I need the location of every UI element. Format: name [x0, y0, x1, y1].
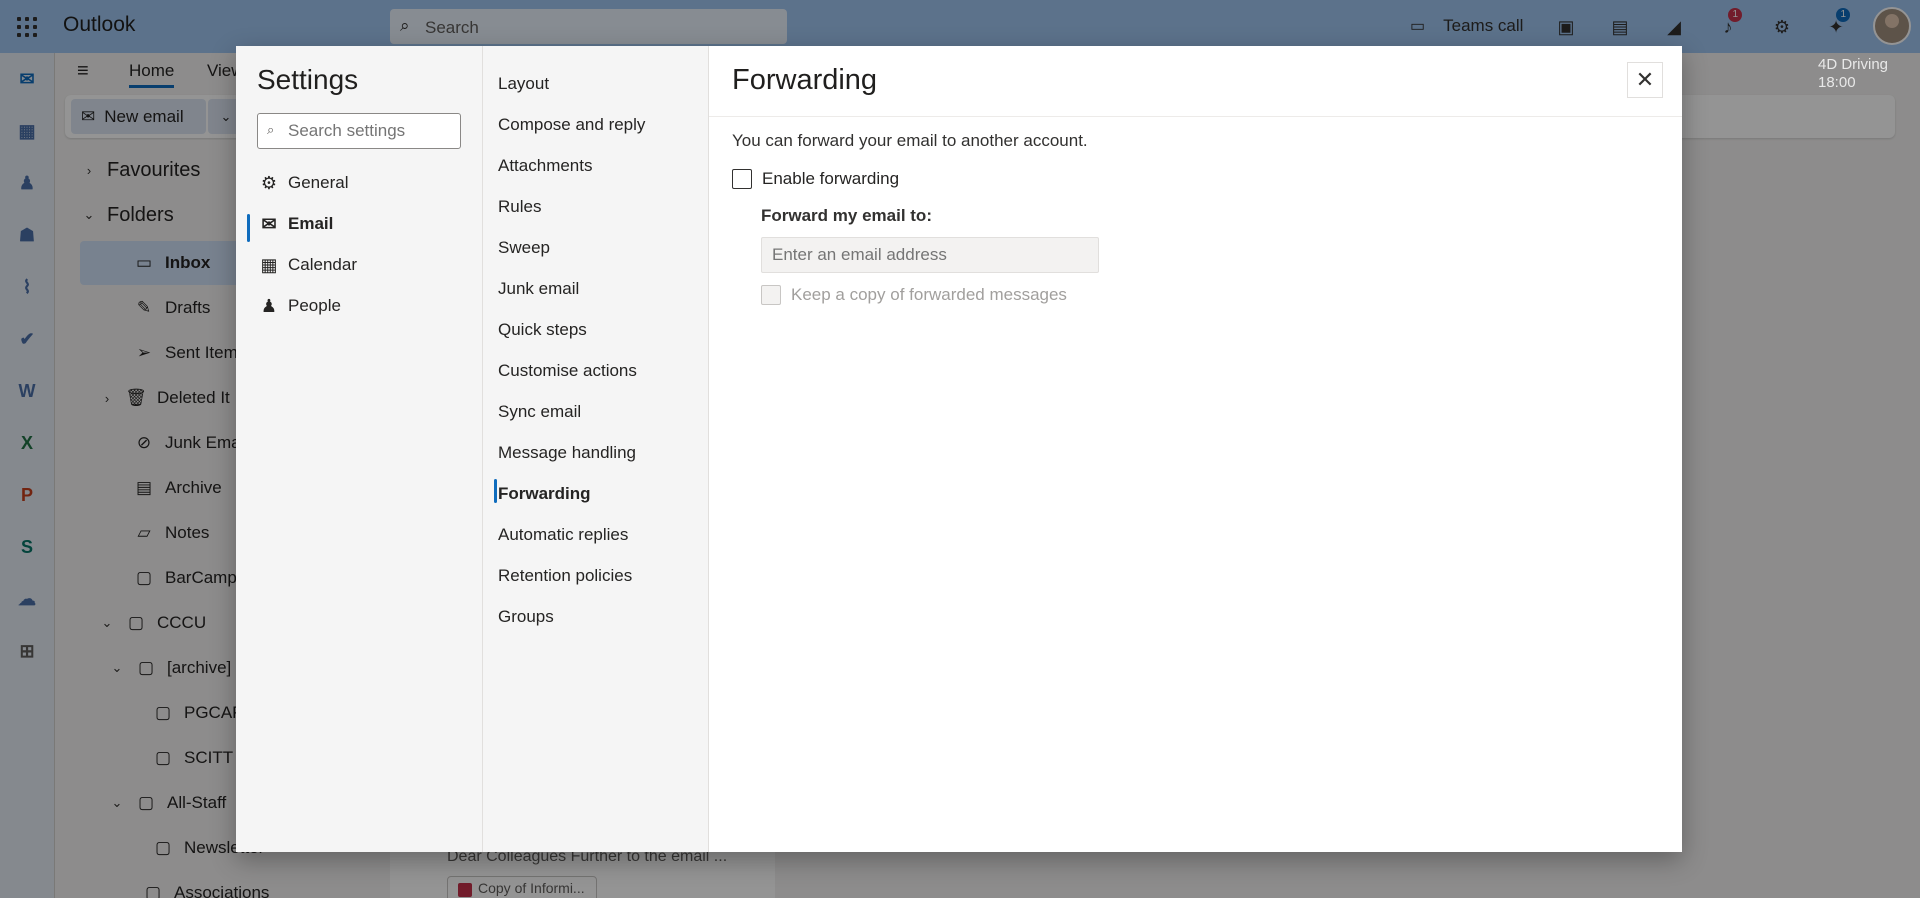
- reminder-title: 4D Driving: [1818, 56, 1889, 73]
- sub-sweep[interactable]: Sweep: [498, 231, 550, 265]
- category-label: Calendar: [288, 255, 357, 274]
- category-people[interactable]: ♟ People: [258, 289, 341, 323]
- keep-copy-checkbox[interactable]: [761, 285, 781, 305]
- enable-forwarding-label: Enable forwarding: [762, 169, 900, 188]
- settings-title: Settings: [257, 64, 359, 95]
- category-general[interactable]: ⚙ General: [258, 166, 349, 200]
- sub-customise-actions[interactable]: Customise actions: [498, 354, 637, 388]
- close-icon[interactable]: ✕: [1627, 62, 1663, 98]
- sub-attachments[interactable]: Attachments: [498, 149, 593, 183]
- sub-message-handling[interactable]: Message handling: [498, 436, 636, 470]
- sub-quick-steps[interactable]: Quick steps: [498, 313, 587, 347]
- settings-dialog: Settings ⌕ ⚙ General ✉ Email ▦ Calendar …: [236, 46, 1682, 852]
- forwarding-title: Forwarding: [732, 64, 878, 96]
- category-label: General: [288, 173, 349, 192]
- sub-sync-email[interactable]: Sync email: [498, 395, 581, 429]
- category-calendar[interactable]: ▦ Calendar: [258, 248, 357, 282]
- sub-layout[interactable]: Layout: [498, 67, 549, 101]
- category-label: People: [288, 296, 341, 315]
- forward-to-label: Forward my email to:: [761, 206, 932, 225]
- sub-junk-email[interactable]: Junk email: [498, 272, 579, 306]
- gear-icon: ⚙: [260, 172, 278, 193]
- forward-email-input[interactable]: [761, 237, 1099, 273]
- sub-automatic-replies[interactable]: Automatic replies: [498, 518, 628, 552]
- category-email[interactable]: ✉ Email: [258, 207, 333, 241]
- sub-groups[interactable]: Groups: [498, 600, 554, 634]
- sub-retention-policies[interactable]: Retention policies: [498, 559, 632, 593]
- settings-search-input[interactable]: [288, 121, 456, 141]
- keep-copy-label: Keep a copy of forwarded messages: [791, 285, 1067, 304]
- sub-compose-reply[interactable]: Compose and reply: [498, 108, 645, 142]
- reminder-time: 18:00: [1818, 74, 1856, 91]
- sub-rules[interactable]: Rules: [498, 190, 541, 224]
- people-icon: ♟: [260, 295, 278, 316]
- selected-category-indicator: [247, 214, 250, 242]
- calendar-icon: ▦: [260, 254, 278, 275]
- divider: [709, 116, 1682, 117]
- enable-forwarding-checkbox[interactable]: [732, 169, 752, 189]
- category-label: Email: [288, 214, 334, 233]
- settings-search[interactable]: ⌕: [257, 113, 461, 149]
- sub-forwarding[interactable]: Forwarding: [498, 477, 591, 511]
- enable-forwarding-row[interactable]: Enable forwarding: [732, 169, 899, 189]
- forwarding-description: You can forward your email to another ac…: [732, 131, 1088, 150]
- keep-copy-row[interactable]: Keep a copy of forwarded messages: [761, 285, 1067, 305]
- reminder-chip[interactable]: 4D Driving 18:00: [1818, 56, 1888, 92]
- selected-subcategory-indicator: [494, 479, 497, 503]
- settings-category-nav: Settings ⌕ ⚙ General ✉ Email ▦ Calendar …: [236, 46, 483, 852]
- mail-icon: ✉: [261, 213, 277, 234]
- search-icon: ⌕: [267, 122, 275, 137]
